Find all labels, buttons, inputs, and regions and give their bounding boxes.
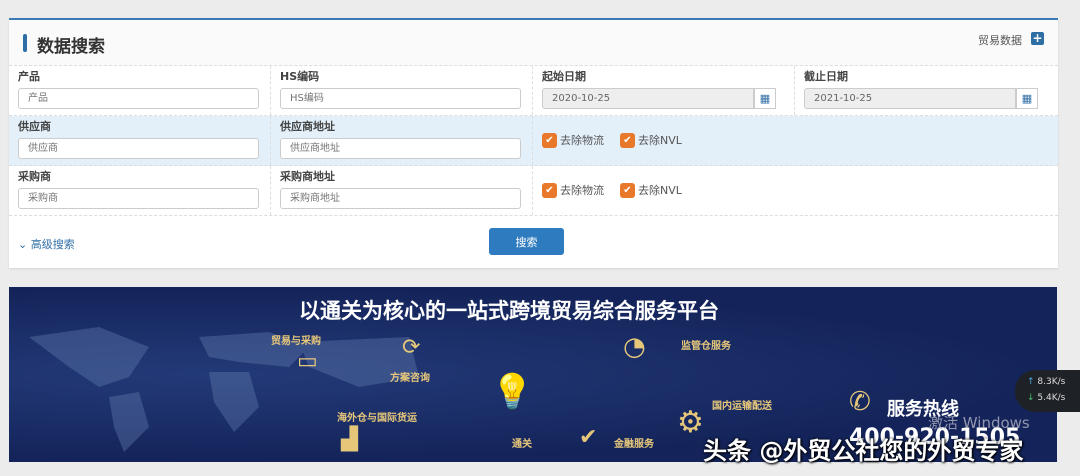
label-solution-consulting: 方案咨询 bbox=[390, 373, 430, 384]
check-icon: ✔ bbox=[620, 132, 635, 148]
product-label: 产品 bbox=[18, 70, 40, 83]
end-date-label: 截止日期 bbox=[804, 70, 848, 83]
supplier-input[interactable] bbox=[18, 138, 259, 159]
world-map-graphic bbox=[29, 327, 419, 452]
end-date-input[interactable] bbox=[804, 88, 1016, 109]
download-speed: 5.4K/s bbox=[1037, 393, 1066, 403]
calendar-icon[interactable]: ▦ bbox=[1016, 88, 1038, 109]
download-arrow-icon: ↓ bbox=[1027, 393, 1035, 403]
buyer-address-label: 采购商地址 bbox=[280, 170, 335, 183]
supplier-exclude-logistics-checkbox[interactable]: ✔ 去除物流 bbox=[542, 132, 604, 148]
checkbox-label: 去除NVL bbox=[638, 134, 682, 147]
advanced-search-toggle[interactable]: ⌄ 高级搜索 bbox=[18, 236, 75, 252]
buyer-exclude-logistics-checkbox[interactable]: ✔ 去除物流 bbox=[542, 182, 604, 198]
form-row-buyer: 采购商 采购商地址 ✔去除物流 ✔去除NVL bbox=[9, 166, 1058, 216]
start-date-label: 起始日期 bbox=[542, 70, 586, 83]
page-title: 数据搜索 bbox=[37, 37, 105, 57]
label-bonded-warehouse: 监管仓服务 bbox=[681, 341, 731, 352]
hs-code-input[interactable] bbox=[280, 88, 521, 109]
label-domestic-transport: 国内运输配送 bbox=[712, 401, 772, 412]
phone-icon: ✆ bbox=[849, 387, 871, 417]
start-date-input[interactable] bbox=[542, 88, 754, 109]
supplier-address-input[interactable] bbox=[280, 138, 521, 159]
advanced-search-label: 高级搜索 bbox=[30, 238, 75, 251]
toutiao-watermark: 头条 @外贸公社您的外贸专家 bbox=[703, 437, 1024, 465]
title-accent-bar bbox=[23, 34, 27, 52]
supplier-label: 供应商 bbox=[18, 120, 51, 133]
pie-icon: ◔ bbox=[623, 332, 646, 362]
network-speed-widget: ↑ 8.3K/s ↓ 5.4K/s bbox=[1015, 370, 1080, 412]
supplier-exclude-nvl-checkbox[interactable]: ✔ 去除NVL bbox=[620, 132, 682, 148]
upload-arrow-icon: ↑ bbox=[1027, 377, 1035, 387]
checkbox-label: 去除物流 bbox=[560, 134, 604, 147]
panel-header: 数据搜索 贸易数据 + bbox=[9, 20, 1058, 66]
form-row-product: 产品 HS编码 起始日期 ▦ 截止日期 ▦ bbox=[9, 66, 1058, 116]
trade-data-link[interactable]: 贸易数据 bbox=[978, 32, 1022, 48]
buyer-address-input[interactable] bbox=[280, 188, 521, 209]
supplier-address-label: 供应商地址 bbox=[280, 120, 335, 133]
search-button[interactable]: 搜索 bbox=[489, 228, 564, 255]
checkbox-label: 去除物流 bbox=[560, 184, 604, 197]
form-footer: ⌄ 高级搜索 搜索 bbox=[9, 216, 1058, 266]
hs-code-label: HS编码 bbox=[280, 70, 320, 83]
label-customs-clearance: 通关 bbox=[512, 439, 532, 450]
chevron-down-circle-icon: ⌄ bbox=[18, 238, 28, 251]
upload-speed: 8.3K/s bbox=[1037, 377, 1066, 387]
form-row-supplier: 供应商 供应商地址 ✔去除物流 ✔去除NVL bbox=[9, 116, 1058, 166]
calendar-icon[interactable]: ▦ bbox=[754, 88, 776, 109]
checkmark-icon: ✔ bbox=[579, 425, 598, 450]
gear-icon: ⚙ bbox=[677, 405, 704, 440]
data-search-panel: 数据搜索 贸易数据 + 产品 HS编码 起始日期 ▦ 截止日期 ▦ 供应商 供应商地… bbox=[9, 18, 1058, 268]
check-icon: ✔ bbox=[542, 132, 557, 148]
check-icon: ✔ bbox=[620, 182, 635, 198]
lightbulb-icon: 💡 bbox=[491, 372, 534, 412]
windows-activation-watermark: 激活 Windows bbox=[928, 414, 1030, 432]
buyer-input[interactable] bbox=[18, 188, 259, 209]
plus-icon[interactable]: + bbox=[1031, 32, 1044, 45]
check-icon: ✔ bbox=[542, 182, 557, 198]
refresh-icon: ⟳ bbox=[402, 335, 421, 360]
label-financial-services: 金融服务 bbox=[614, 439, 654, 450]
truck-icon: ▭ bbox=[297, 349, 318, 374]
chart-icon: ▟ bbox=[341, 427, 358, 452]
label-overseas-warehouse: 海外仓与国际货运 bbox=[337, 413, 417, 424]
label-trade-procurement: 贸易与采购 bbox=[271, 336, 321, 347]
buyer-label: 采购商 bbox=[18, 170, 51, 183]
buyer-exclude-nvl-checkbox[interactable]: ✔ 去除NVL bbox=[620, 182, 682, 198]
checkbox-label: 去除NVL bbox=[638, 184, 682, 197]
product-input[interactable] bbox=[18, 88, 259, 109]
banner-title: 以通关为核心的一站式跨境贸易综合服务平台 bbox=[299, 299, 719, 323]
